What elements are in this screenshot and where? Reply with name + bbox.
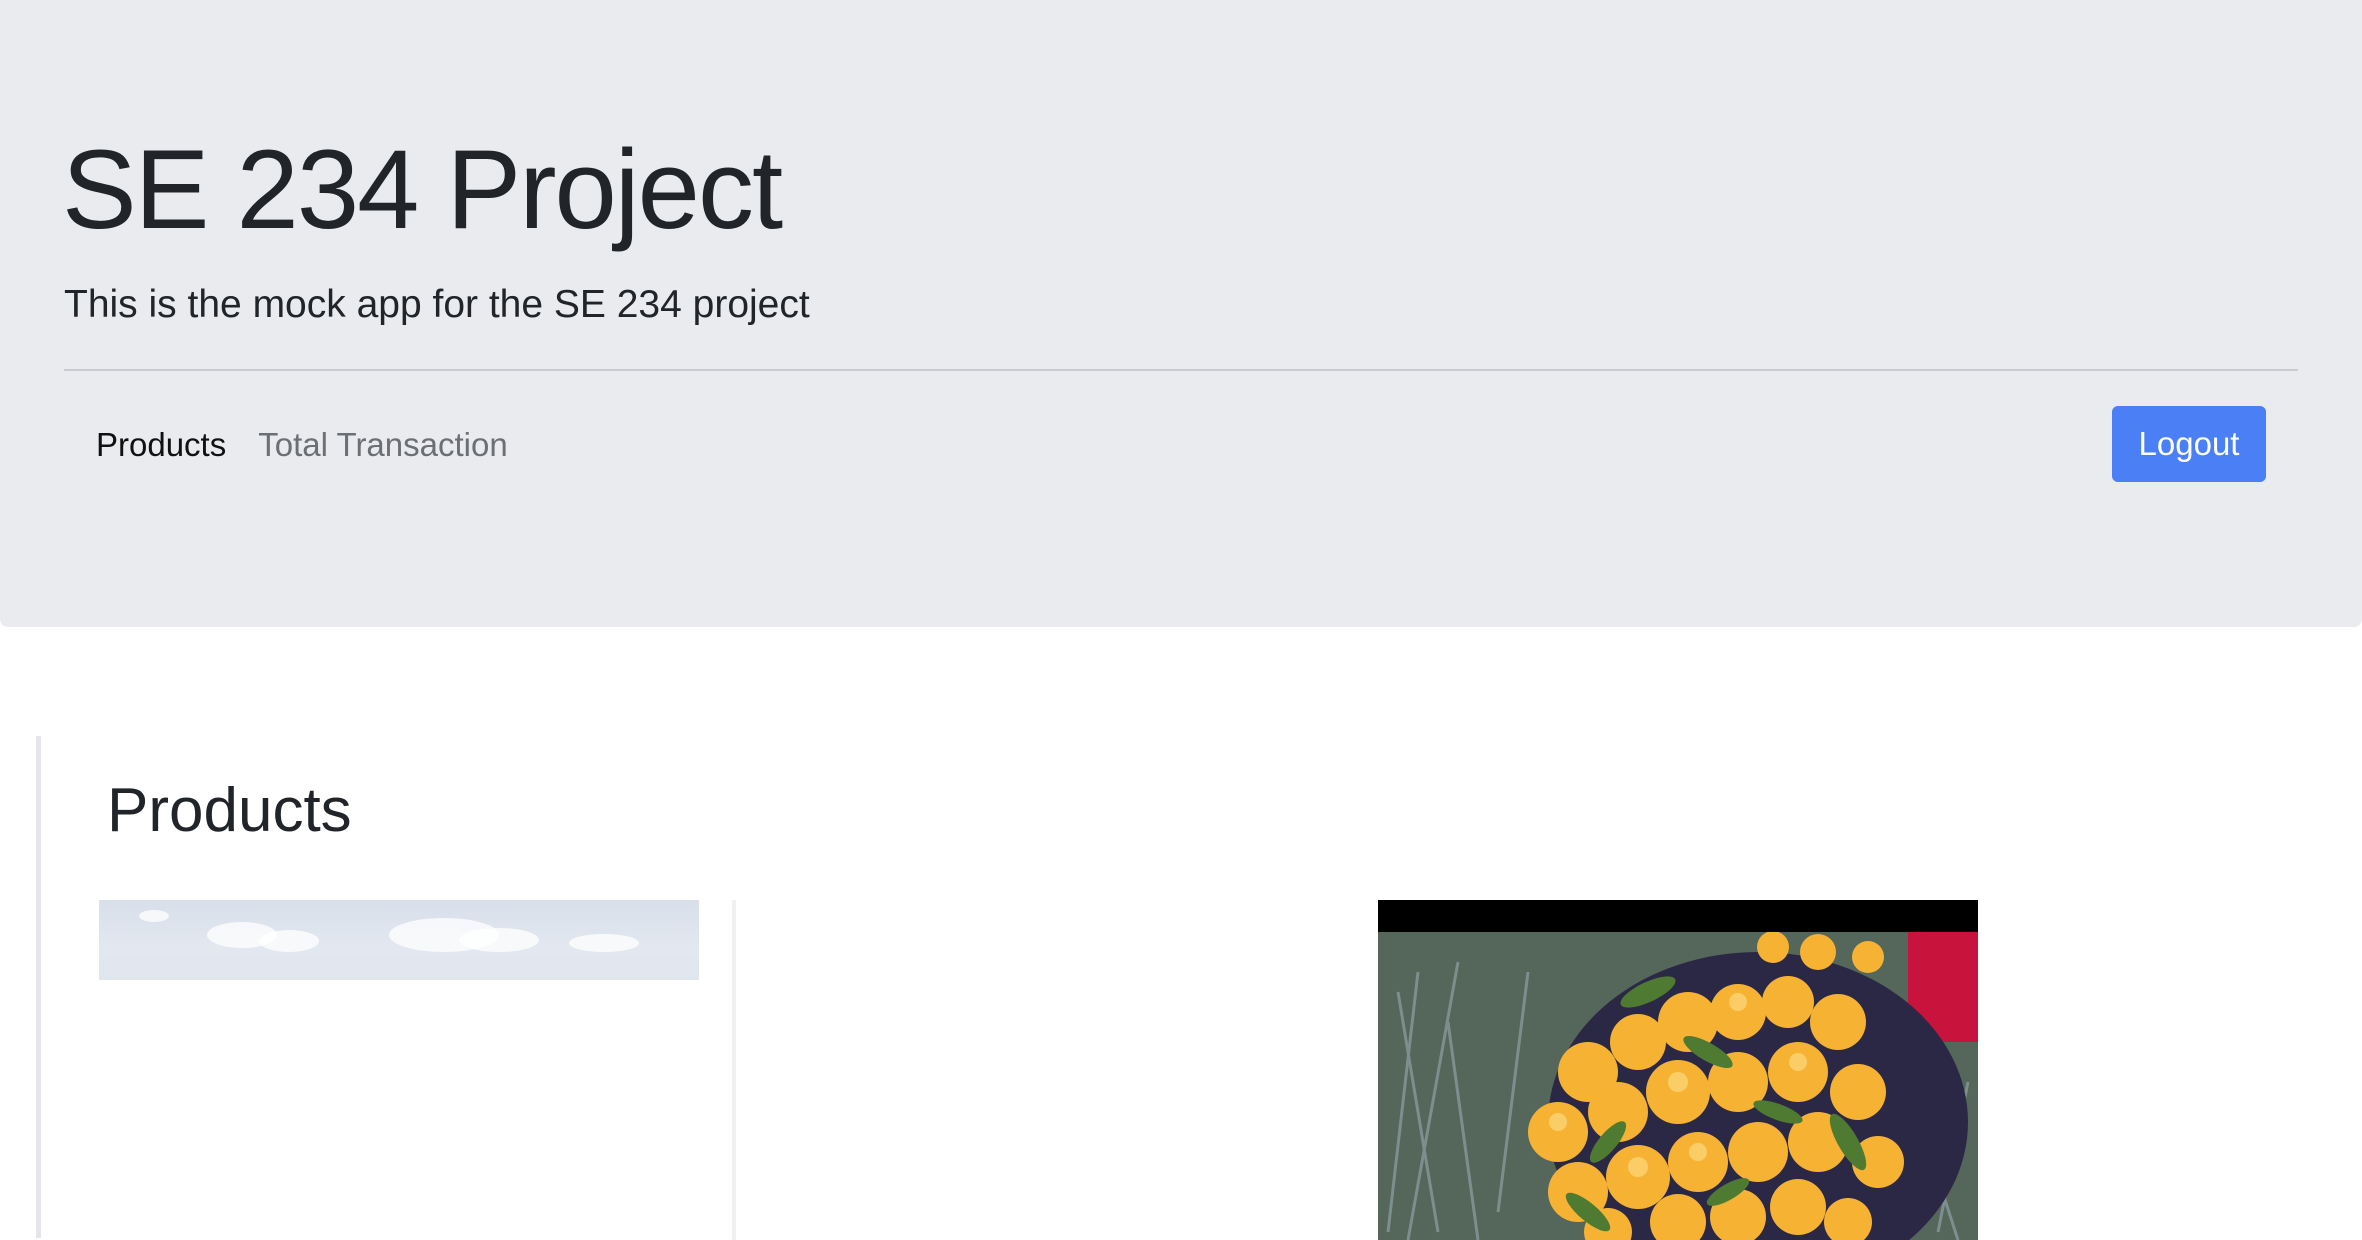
header-divider	[64, 369, 2298, 371]
product-card[interactable]	[99, 900, 736, 1240]
page-subtitle: This is the mock app for the SE 234 proj…	[64, 283, 810, 326]
page-title: SE 234 Project	[62, 127, 783, 252]
section-title: Products	[107, 776, 352, 845]
product-image-sky	[99, 900, 699, 980]
jumbotron-header: SE 234 Project This is the mock app for …	[0, 0, 2362, 627]
product-image-oranges	[1378, 932, 1978, 1240]
main-nav: Products Total Transaction	[96, 420, 508, 470]
product-card[interactable]	[1378, 900, 1978, 1240]
logout-button[interactable]: Logout	[2112, 406, 2266, 482]
nav-link-total-transaction[interactable]: Total Transaction	[258, 420, 507, 470]
nav-link-products[interactable]: Products	[96, 420, 226, 470]
products-section: Products	[36, 736, 2362, 1240]
